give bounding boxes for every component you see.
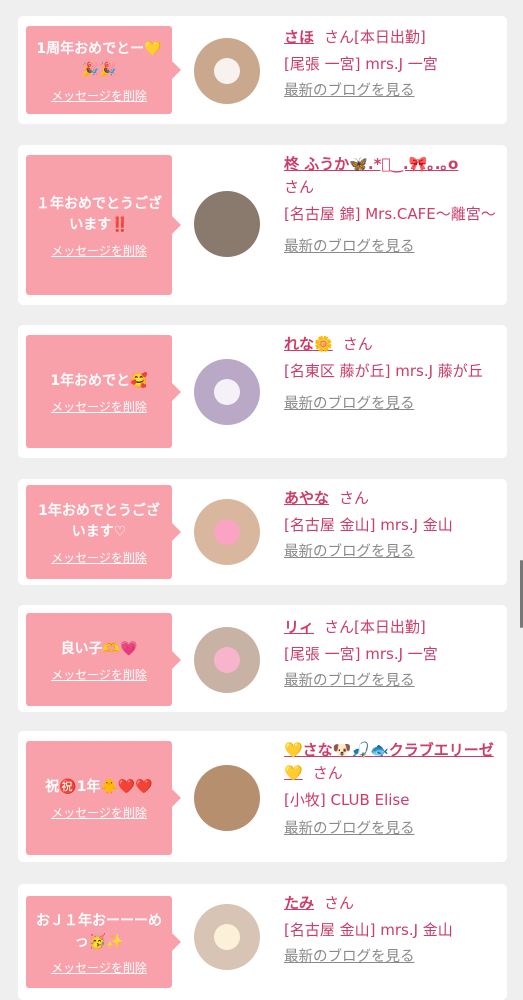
blog-link[interactable]: 最新のブログを見る	[284, 236, 497, 259]
message-text: １年おめでとうございます‼️	[36, 195, 162, 233]
avatar[interactable]	[194, 38, 260, 104]
cast-info: リィ さん[本日出勤] [尾張 一宮] mrs.J 一宮 最新のブログを見る	[284, 616, 497, 693]
message-card: 祝㊗️1年🐥❤️❤️ メッセージを削除 💛さな🐶🎣🐟クラブエリーゼ💛 さん [小牧…	[18, 731, 507, 862]
message-card: 1年おめでと🥰 メッセージを削除 れな🌼 さん [名東区 藤が丘] mrs.J 藤…	[18, 325, 507, 458]
avatar[interactable]	[194, 191, 260, 257]
message-bubble: 1年おめでとうございます♡ メッセージを削除	[26, 485, 181, 579]
cast-info: あやな さん [名古屋 金山] mrs.J 金山 最新のブログを見る	[284, 487, 497, 564]
status-badge: [本日出勤]	[354, 28, 426, 46]
blog-link[interactable]: 最新のブログを見る	[284, 946, 497, 969]
message-text: 良い子🫶💗	[60, 640, 138, 657]
message-text: 1周年おめでとー💛🎉🎉	[36, 40, 162, 78]
cast-info: さほ さん[本日出勤] [尾張 一宮] mrs.J 一宮 最新のブログを見る	[284, 26, 497, 103]
honorific: さん	[339, 489, 370, 507]
shop-info: [尾張 一宮] mrs.J 一宮	[284, 645, 438, 663]
cast-name-link[interactable]: たみ	[284, 894, 314, 912]
message-card: おＪ１年おーーーめっ🥳✨ メッセージを削除 たみ さん [名古屋 金山] mrs.…	[18, 884, 507, 1000]
message-bubble: 1年おめでと🥰 メッセージを削除	[26, 335, 181, 448]
cast-name-link[interactable]: リィ	[284, 618, 314, 636]
avatar[interactable]	[194, 627, 260, 693]
shop-info: [尾張 一宮] mrs.J 一宮	[284, 55, 438, 73]
message-text: 1年おめでとうございます♡	[38, 502, 160, 540]
shop-info: [名古屋 錦] Mrs.CAFE〜離宮〜	[284, 205, 496, 223]
cast-info: 柊 ふうか🦋.*ﾟ‿.🎀｡.｡o さん [名古屋 錦] Mrs.CAFE〜離宮〜 …	[284, 153, 497, 259]
blog-link[interactable]: 最新のブログを見る	[284, 818, 497, 841]
delete-message-link[interactable]: メッセージを削除	[51, 398, 147, 415]
message-text: 祝㊗️1年🐥❤️❤️	[45, 779, 153, 795]
face-cover-icon	[214, 519, 240, 545]
message-card: １年おめでとうございます‼️ メッセージを削除 柊 ふうか🦋.*ﾟ‿.🎀｡.｡o…	[18, 145, 507, 305]
message-card: 1周年おめでとー💛🎉🎉 メッセージを削除 さほ さん[本日出勤] [尾張 一宮] …	[18, 16, 507, 124]
message-text: 1年おめでと🥰	[50, 372, 148, 389]
shop-info: [小牧] CLUB Elise	[284, 791, 410, 809]
message-bubble: 祝㊗️1年🐥❤️❤️ メッセージを削除	[26, 741, 181, 855]
blog-link[interactable]: 最新のブログを見る	[284, 393, 497, 416]
shop-info: [名古屋 金山] mrs.J 金山	[284, 921, 453, 939]
cast-name-link[interactable]: 柊 ふうか🦋.*ﾟ‿.🎀｡.｡o	[284, 155, 458, 173]
status-badge: [本日出勤]	[354, 618, 426, 636]
message-bubble: 良い子🫶💗 メッセージを削除	[26, 613, 181, 706]
cast-name-link[interactable]: れな🌼	[284, 335, 333, 353]
honorific: さん	[342, 335, 373, 353]
honorific: さん	[312, 764, 343, 782]
message-bubble: １年おめでとうございます‼️ メッセージを削除	[26, 155, 181, 295]
cast-info: たみ さん [名古屋 金山] mrs.J 金山 最新のブログを見る	[284, 892, 497, 969]
cast-info: れな🌼 さん [名東区 藤が丘] mrs.J 藤が丘 最新のブログを見る	[284, 333, 497, 416]
message-bubble: おＪ１年おーーーめっ🥳✨ メッセージを削除	[26, 896, 181, 988]
avatar[interactable]	[194, 499, 260, 565]
avatar[interactable]	[194, 765, 260, 831]
avatar[interactable]	[194, 904, 260, 970]
blog-link[interactable]: 最新のブログを見る	[284, 541, 497, 564]
honorific: さん	[324, 28, 355, 46]
cast-info: 💛さな🐶🎣🐟クラブエリーゼ💛 さん [小牧] CLUB Elise 最新のブログを…	[284, 739, 497, 841]
message-card: 1年おめでとうございます♡ メッセージを削除 あやな さん [名古屋 金山] mr…	[18, 479, 507, 585]
cast-name-link[interactable]: さほ	[284, 28, 314, 46]
message-text: おＪ１年おーーーめっ🥳✨	[36, 912, 162, 950]
shop-info: [名古屋 金山] mrs.J 金山	[284, 516, 453, 534]
delete-message-link[interactable]: メッセージを削除	[51, 959, 147, 976]
face-cover-icon	[214, 924, 240, 950]
delete-message-link[interactable]: メッセージを削除	[51, 242, 147, 259]
honorific: さん	[284, 178, 315, 196]
delete-message-link[interactable]: メッセージを削除	[51, 666, 147, 683]
face-cover-icon	[214, 379, 240, 405]
face-cover-icon	[214, 647, 240, 673]
delete-message-link[interactable]: メッセージを削除	[51, 87, 147, 104]
message-card: 良い子🫶💗 メッセージを削除 リィ さん[本日出勤] [尾張 一宮] mrs.J …	[18, 605, 507, 712]
delete-message-link[interactable]: メッセージを削除	[51, 804, 147, 821]
honorific: さん	[324, 894, 355, 912]
avatar[interactable]	[194, 359, 260, 425]
shop-info: [名東区 藤が丘] mrs.J 藤が丘	[284, 362, 483, 380]
blog-link[interactable]: 最新のブログを見る	[284, 80, 497, 103]
honorific: さん	[324, 618, 355, 636]
message-bubble: 1周年おめでとー💛🎉🎉 メッセージを削除	[26, 26, 181, 114]
delete-message-link[interactable]: メッセージを削除	[51, 549, 147, 566]
blog-link[interactable]: 最新のブログを見る	[284, 670, 497, 693]
cast-name-link[interactable]: あやな	[284, 489, 329, 507]
face-cover-icon	[214, 58, 240, 84]
